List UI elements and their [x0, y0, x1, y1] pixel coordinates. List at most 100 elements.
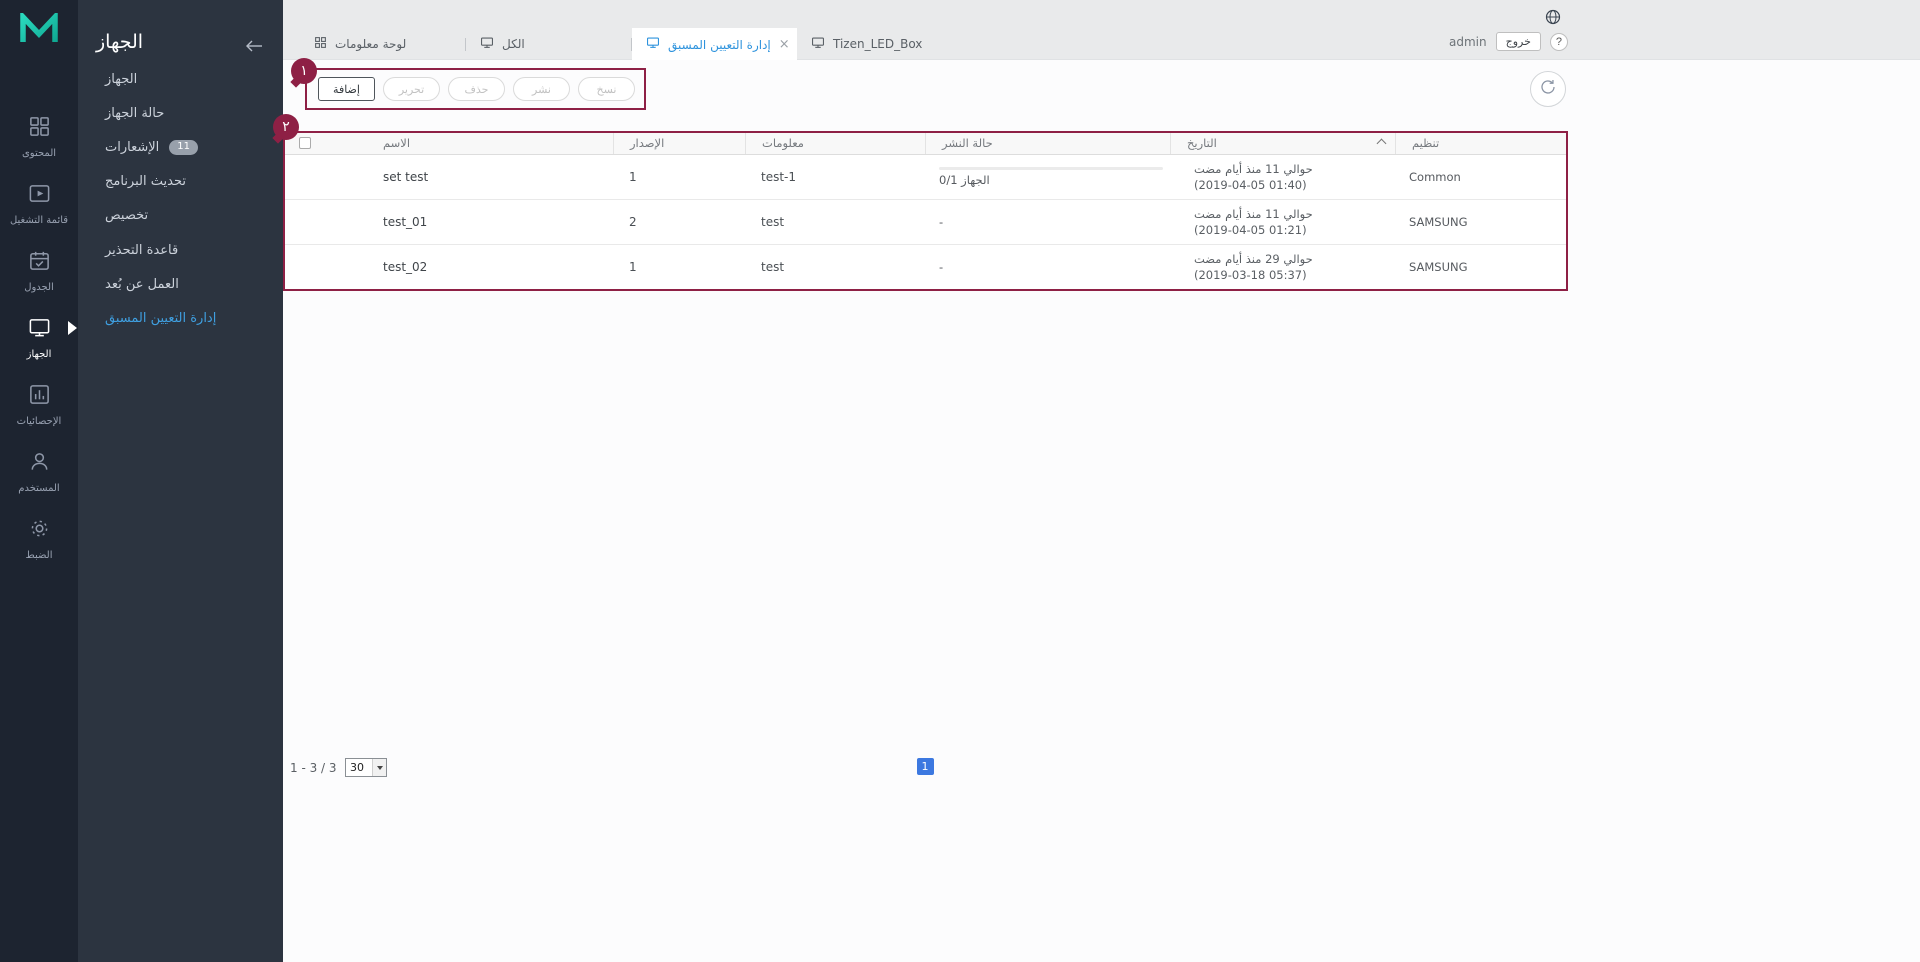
sidebar-title: الجهاز: [96, 31, 143, 53]
publish-progress-bar: [939, 167, 1163, 170]
monitor-icon: [480, 37, 494, 52]
content-icon: [28, 115, 51, 142]
tab-tizen-led-box[interactable]: Tizen_LED_Box: [797, 28, 962, 60]
notifications-count-badge: 11: [169, 140, 198, 155]
pagination-range-label: 1 - 3 / 3: [290, 761, 337, 775]
rail-item-schedule[interactable]: الجدول: [0, 237, 78, 304]
publish-status-cell: -: [925, 200, 1170, 244]
device-sidebar: الجهاز الجهاز حالة الجهاز الإشعارات 11 ت…: [78, 0, 283, 962]
date-cell: حوالي 11 منذ أيام مضت (2019-04-05 01:40): [1170, 161, 1395, 193]
rail-item-user[interactable]: المستخدم: [0, 438, 78, 505]
tab-label: Tizen_LED_Box: [833, 37, 922, 51]
monitor-icon: [646, 37, 660, 52]
user-icon: [28, 450, 51, 477]
info-cell: test-1: [745, 170, 925, 184]
date-absolute: (2019-03-18 05:37): [1194, 267, 1395, 283]
column-header-organization[interactable]: تنظيم: [1395, 131, 1568, 154]
preset-name-cell: test_01: [319, 215, 613, 229]
tabs: لوحة معلومات الكل إدارة التعيين المسبق ×: [300, 28, 962, 60]
logout-button[interactable]: خروج: [1496, 32, 1541, 51]
publish-button[interactable]: نشر: [513, 77, 570, 101]
sidebar-item-label: إدارة التعيين المسبق: [105, 311, 216, 326]
collapse-arrow-icon[interactable]: [245, 37, 263, 56]
column-header-version[interactable]: الإصدار: [613, 131, 745, 154]
sidebar-item-label: تخصيص: [105, 208, 148, 223]
rail-item-device[interactable]: الجهاز: [0, 304, 78, 371]
sidebar-item-software-update[interactable]: تحديث البرنامج: [78, 165, 283, 199]
version-cell: 1: [613, 260, 745, 274]
rail-item-label: المستخدم: [18, 483, 59, 494]
refresh-button[interactable]: [1530, 71, 1566, 107]
column-header-name[interactable]: الاسم: [319, 131, 613, 154]
user-area: admin خروج ?: [1449, 32, 1568, 51]
sidebar-item-notifications[interactable]: الإشعارات 11: [78, 130, 283, 164]
sidebar-item-label: تحديث البرنامج: [105, 174, 186, 189]
sidebar-item-remote-control[interactable]: العمل عن بُعد: [78, 267, 283, 301]
preset-name-cell: test_02: [319, 260, 613, 274]
rail-item-statistics[interactable]: الإحصائيات: [0, 371, 78, 438]
statistics-icon: [28, 383, 51, 410]
sidebar-item-device-status[interactable]: حالة الجهاز: [78, 96, 283, 130]
organization-cell: SAMSUNG: [1395, 215, 1568, 229]
sidebar-menu: الجهاز حالة الجهاز الإشعارات 11 تحديث ال…: [78, 62, 283, 336]
tab-all-devices[interactable]: الكل: [466, 28, 631, 60]
copy-button[interactable]: نسخ: [578, 77, 635, 101]
username-label[interactable]: admin: [1449, 35, 1487, 49]
sidebar-item-warning-rule[interactable]: قاعدة التحذير: [78, 233, 283, 267]
main-area: لوحة معلومات الكل إدارة التعيين المسبق ×: [283, 0, 1920, 962]
column-header-info[interactable]: معلومات: [745, 131, 925, 154]
delete-button[interactable]: حذف: [448, 77, 505, 101]
organization-cell: SAMSUNG: [1395, 260, 1568, 274]
sidebar-item-preset-management[interactable]: إدارة التعيين المسبق: [78, 301, 283, 335]
publish-status-text: -: [939, 215, 1170, 229]
language-globe-icon[interactable]: [1545, 9, 1561, 29]
info-cell: test: [745, 215, 925, 229]
publish-status-text: الجهاز 0/1: [939, 173, 1170, 187]
app-root: المحتوى قائمة التشغيل الجدول الجهاز: [0, 0, 1920, 962]
sidebar-item-device[interactable]: الجهاز: [78, 62, 283, 96]
help-button[interactable]: ?: [1550, 33, 1568, 51]
tab-preset-management[interactable]: إدارة التعيين المسبق ×: [632, 28, 797, 61]
date-absolute: (2019-04-05 01:21): [1194, 222, 1395, 238]
edit-button[interactable]: تحرير: [383, 77, 440, 101]
sidebar-item-customization[interactable]: تخصيص: [78, 199, 283, 233]
table-row[interactable]: test_01 2 test - حوالي 11 منذ أيام مضت (…: [283, 200, 1568, 245]
magicinfo-logo-icon: [19, 13, 59, 45]
version-cell: 1: [613, 170, 745, 184]
sidebar-item-label: الإشعارات: [105, 140, 159, 155]
add-button[interactable]: إضافة: [318, 77, 375, 101]
rail-item-label: قائمة التشغيل: [10, 215, 68, 226]
date-cell: حوالي 29 منذ أيام مضت (2019-03-18 05:37): [1170, 251, 1395, 283]
preset-management-content: إضافة تحرير حذف نشر نسخ الاسم الإصدار مع…: [283, 60, 1920, 962]
close-icon[interactable]: ×: [779, 37, 790, 52]
table-header-row: الاسم الإصدار معلومات حالة النشر التاريخ…: [283, 131, 1568, 155]
magicinfo-logo[interactable]: [0, 13, 78, 45]
table-row[interactable]: set test 1 test-1 الجهاز 0/1 حوالي 11 من…: [283, 155, 1568, 200]
date-relative: حوالي 11 منذ أيام مضت: [1194, 206, 1395, 222]
version-cell: 2: [613, 215, 745, 229]
date-relative: حوالي 11 منذ أيام مضت: [1194, 161, 1395, 177]
rail-item-label: الضبط: [25, 550, 52, 561]
column-header-date[interactable]: التاريخ: [1170, 131, 1395, 154]
page-size-value: 30: [346, 759, 372, 776]
column-header-publish-status[interactable]: حالة النشر: [925, 131, 1170, 154]
pagination-bar: 1 - 3 / 3 30 1: [283, 755, 1568, 783]
current-page-button[interactable]: 1: [917, 758, 934, 775]
publish-status-cell: الجهاز 0/1: [925, 155, 1170, 199]
page-size-select[interactable]: 30: [345, 758, 387, 777]
rail-list: المحتوى قائمة التشغيل الجدول الجهاز: [0, 103, 78, 572]
settings-icon: [28, 517, 51, 544]
info-cell: test: [745, 260, 925, 274]
publish-status-cell: -: [925, 245, 1170, 289]
rail-item-content[interactable]: المحتوى: [0, 103, 78, 170]
organization-cell: Common: [1395, 170, 1568, 184]
dropdown-arrow-icon: [372, 759, 386, 776]
rail-item-label: المحتوى: [22, 148, 56, 159]
tab-dashboard[interactable]: لوحة معلومات: [300, 28, 465, 60]
rail-item-settings[interactable]: الضبط: [0, 505, 78, 572]
select-all-checkbox[interactable]: [299, 137, 311, 149]
date-absolute: (2019-04-05 01:40): [1194, 177, 1395, 193]
rail-item-playlist[interactable]: قائمة التشغيل: [0, 170, 78, 237]
table-row[interactable]: test_02 1 test - حوالي 29 منذ أيام مضت (…: [283, 245, 1568, 290]
sidebar-item-label: الجهاز: [105, 72, 137, 87]
